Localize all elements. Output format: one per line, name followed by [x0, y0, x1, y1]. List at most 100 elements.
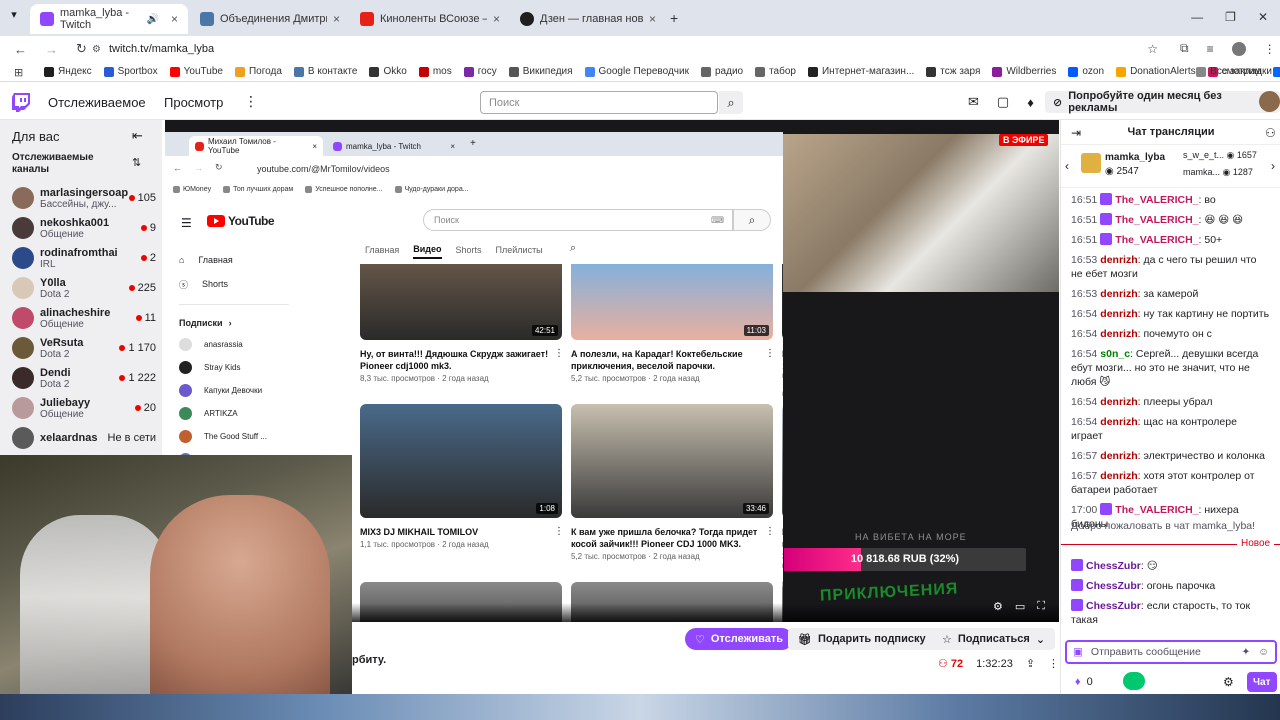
close-tab-icon[interactable]: × — [649, 12, 656, 26]
bits-balance-icon[interactable]: ♦ — [1075, 676, 1081, 688]
bookmark-item[interactable]: госу — [463, 66, 497, 77]
sidebar-channel[interactable]: nekoshka001 Общение 9 — [0, 213, 162, 243]
chat-username[interactable]: s0n_c — [1100, 348, 1130, 360]
search-button[interactable]: ⌕ — [719, 91, 743, 114]
chat-username[interactable]: The_VALERICH_ — [1115, 234, 1198, 246]
media-icon[interactable]: ≡ — [1207, 42, 1214, 56]
bookmark-item[interactable]: В контакте — [293, 66, 357, 77]
bookmark-item[interactable]: табор — [755, 66, 796, 77]
chat-username[interactable]: The_VALERICH_ — [1115, 504, 1198, 516]
new-tab-icon[interactable]: + — [670, 10, 678, 26]
chat-username[interactable]: ChessZubr — [1086, 600, 1141, 612]
sidebar-channel[interactable]: rodinafromthai IRL 2 — [0, 243, 162, 273]
chat-username[interactable]: denrizh — [1100, 328, 1137, 340]
bookmark-item[interactable]: Википедия — [508, 66, 573, 77]
subscribe-button[interactable]: ☆ Подписаться ⌄ — [932, 628, 1056, 650]
back-icon[interactable]: ← — [14, 42, 27, 57]
audio-icon[interactable]: 🔊 — [147, 14, 159, 25]
chat-username[interactable]: ChessZubr — [1086, 580, 1141, 592]
bookmark-item[interactable]: радио — [700, 66, 743, 77]
chat-settings-icon[interactable]: ⚙ — [1223, 675, 1234, 689]
browser-tab-twitch[interactable]: mamka_lyba - Twitch 🔊 × — [30, 4, 188, 34]
bookmark-item[interactable]: DonationAlerts — [1116, 66, 1196, 77]
follow-button[interactable]: ♡ Отслеживать — [685, 628, 794, 650]
menu-icon[interactable]: ⋮ — [1264, 42, 1276, 56]
collapse-sidebar-icon[interactable]: ⇤ — [132, 128, 143, 144]
bookmark-item[interactable]: Яндекс — [44, 66, 92, 77]
bookmark-item[interactable]: Google Переводчик — [584, 66, 689, 77]
whispers-icon[interactable]: ▢ — [997, 94, 1009, 110]
twitch-logo-icon[interactable] — [12, 93, 30, 112]
sidebar-channel[interactable]: xelaardnas Не в сети — [0, 423, 162, 453]
nav-following[interactable]: Отслеживаемое — [48, 95, 146, 110]
sidebar-channel[interactable]: marlasingersoap Бассейны, джу... 105 — [0, 183, 162, 213]
emote-picker-icon[interactable]: ☺ — [1258, 646, 1269, 658]
close-window-icon[interactable]: ✕ — [1258, 10, 1268, 24]
browser-tab-vk[interactable]: Объединения Дмитрия Зорин × — [190, 4, 350, 34]
more-options-icon[interactable]: ⋮ — [244, 93, 258, 110]
chat-username[interactable]: The_VALERICH_ — [1115, 214, 1198, 226]
bits-icon[interactable]: ▣ — [1073, 646, 1083, 658]
profile-icon[interactable] — [1231, 41, 1246, 56]
more-icon[interactable]: ⋮ — [1048, 657, 1059, 670]
site-info-icon[interactable]: ⚙ — [92, 44, 101, 55]
chat-message-input[interactable]: ▣ Отправить сообщение ✦ ☺ — [1065, 640, 1277, 664]
browser-tab-dzen[interactable]: Дзен — главная новостная и × — [510, 4, 666, 34]
chat-username[interactable]: denrizh — [1100, 416, 1137, 428]
inbox-icon[interactable]: ✉ — [968, 94, 979, 110]
chat-username[interactable]: The_VALERICH_ — [1115, 194, 1198, 206]
bookmark-item[interactable]: Wildberries — [992, 66, 1056, 77]
close-tab-icon[interactable]: × — [333, 12, 340, 26]
settings-gear-icon[interactable]: ⚙ — [993, 600, 1003, 613]
share-icon[interactable]: ⇪ — [1026, 657, 1035, 670]
url-bar[interactable]: ⚙ twitch.tv/mamka_lyba ☆ — [86, 39, 1166, 59]
twitch-search-input[interactable]: Поиск — [480, 91, 718, 114]
forward-icon[interactable]: → — [45, 42, 58, 57]
bookmark-item[interactable]: Okko — [369, 66, 407, 77]
chat-username[interactable]: denrizh — [1100, 288, 1137, 300]
ad-free-promo-button[interactable]: ⊘ Попробуйте один месяц без рекламы — [1045, 90, 1280, 114]
close-tab-icon[interactable]: × — [493, 12, 500, 26]
minimize-icon[interactable]: — — [1191, 10, 1203, 24]
chat-username[interactable]: denrizh — [1100, 396, 1137, 408]
user-avatar[interactable] — [1259, 91, 1280, 112]
bookmark-item[interactable]: ozon — [1068, 66, 1104, 77]
nav-browse[interactable]: Просмотр — [164, 95, 223, 110]
tab-list-icon[interactable]: ▾ — [0, 8, 28, 21]
theatre-mode-icon[interactable]: ▭ — [1015, 600, 1025, 613]
chat-username[interactable]: ChessZubr — [1086, 560, 1141, 572]
community-icon[interactable]: ⚇ — [1265, 126, 1276, 140]
all-bookmarks-link[interactable]: Все закладки — [1210, 66, 1272, 77]
fullscreen-icon[interactable]: ⛶ — [1037, 600, 1045, 613]
sort-icon[interactable]: ⇅ — [132, 156, 141, 169]
gift-sub-button[interactable]: 🎁︎Подарить подписку⌄ — [788, 628, 951, 650]
chat-username[interactable]: denrizh — [1100, 450, 1137, 462]
chat-username[interactable]: denrizh — [1100, 470, 1137, 482]
bookmark-item[interactable]: Погода — [234, 66, 282, 77]
apps-grid-icon[interactable]: ⊞ — [14, 66, 23, 79]
bookmark-item[interactable]: Интернет-магазин... — [807, 66, 914, 77]
bookmark-item[interactable]: Циан — [1273, 66, 1280, 77]
sidebar-channel[interactable]: VeRsuta Dota 2 1 170 — [0, 333, 162, 363]
bookmark-item[interactable]: тсж заря — [926, 66, 980, 77]
chat-username[interactable]: denrizh — [1100, 254, 1137, 266]
browser-tab-youtube[interactable]: Киноленты ВСоюзе — смотре × — [350, 4, 510, 34]
close-tab-icon[interactable]: × — [171, 12, 178, 26]
sidebar-channel[interactable]: alinacheshire Общение 11 — [0, 303, 162, 333]
bookmark-item[interactable]: Sportbox — [103, 66, 158, 77]
bookmark-item[interactable]: mos — [418, 66, 452, 77]
channel-points-button[interactable] — [1123, 672, 1145, 690]
crown-icon[interactable]: ♦ — [1027, 95, 1034, 110]
chat-send-button[interactable]: Чат — [1247, 672, 1277, 692]
maximize-icon[interactable]: ❐ — [1225, 10, 1236, 24]
magic-wand-icon[interactable]: ✦ — [1241, 646, 1250, 658]
sidebar-channel[interactable]: Juliebayy Общение 20 — [0, 393, 162, 423]
leaderboard-next-icon[interactable]: › — [1271, 159, 1275, 173]
chat-username[interactable]: denrizh — [1100, 308, 1137, 320]
sidebar-channel[interactable]: Dendi Dota 2 1 222 — [0, 363, 162, 393]
bookmark-star-icon[interactable]: ☆ — [1147, 42, 1158, 56]
sidebar-channel[interactable]: Y0lla Dota 2 225 — [0, 273, 162, 303]
bookmark-item[interactable]: YouTube — [169, 66, 223, 77]
leaderboard-prev-icon[interactable]: ‹ — [1065, 159, 1069, 173]
extensions-icon[interactable]: ⧉ — [1180, 41, 1189, 56]
